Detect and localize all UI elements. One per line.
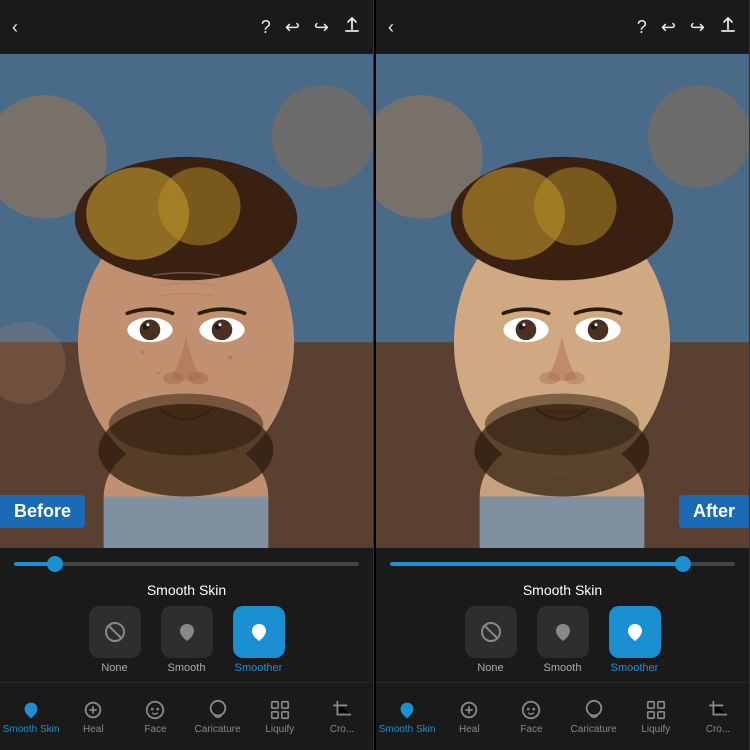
face-toolbar-label-after: Face (520, 724, 542, 735)
toolbar-heal-before[interactable]: Heal (62, 699, 124, 735)
top-bar-left-after: ‹ (388, 18, 394, 36)
top-bar-right: ? ↩ ↪ (261, 17, 361, 38)
heal-toolbar-label-after: Heal (459, 724, 480, 735)
option-smooth-after[interactable]: Smooth (537, 606, 589, 674)
toolbar-face-after[interactable]: Face (500, 699, 562, 735)
bottom-toolbar-after: Smooth Skin Heal Face Caricature Liquify… (376, 682, 749, 750)
option-none-before[interactable]: None (89, 606, 141, 674)
toolbar-crop-before[interactable]: Cro... (311, 699, 373, 735)
before-label: Before (0, 495, 85, 528)
toolbar-smooth-skin-before[interactable]: Smooth Skin (0, 699, 62, 735)
liquify-toolbar-label-after: Liquify (641, 724, 670, 735)
top-bar-right-after: ? ↩ ↪ (637, 17, 737, 38)
help-icon-after[interactable]: ? (637, 18, 647, 36)
none-label-after: None (477, 662, 503, 674)
help-icon[interactable]: ? (261, 18, 271, 36)
smoother-label-before: Smoother (235, 662, 283, 674)
slider-track-before[interactable] (14, 562, 359, 566)
toolbar-caricature-before[interactable]: Caricature (187, 699, 249, 735)
toolbar-crop-after[interactable]: Cro... (687, 699, 749, 735)
options-row-after: None Smooth Smoother (376, 606, 749, 674)
smooth-skin-title-before: Smooth Skin (0, 582, 373, 598)
top-bar-after: ‹ ? ↩ ↪ (376, 0, 749, 54)
none-icon-box-before (89, 606, 141, 658)
smooth-skin-section-after: Smooth Skin None Smooth Smoother (376, 576, 749, 682)
option-smooth-before[interactable]: Smooth (161, 606, 213, 674)
smooth-icon-box-after (537, 606, 589, 658)
toolbar-smooth-skin-after[interactable]: Smooth Skin (376, 699, 438, 735)
slider-fill-after (390, 562, 683, 566)
slider-thumb-after[interactable] (675, 556, 691, 572)
face-toolbar-label-before: Face (144, 724, 166, 735)
option-smoother-before[interactable]: Smoother (233, 606, 285, 674)
redo-icon[interactable]: ↪ (314, 18, 329, 36)
share-icon-after[interactable] (719, 17, 737, 38)
smooth-label-after: Smooth (544, 662, 582, 674)
after-photo: After (376, 54, 749, 548)
slider-thumb-before[interactable] (47, 556, 63, 572)
smooth-label-before: Smooth (168, 662, 206, 674)
smooth-skin-section-before: Smooth Skin None Smooth Smoother (0, 576, 373, 682)
option-none-after[interactable]: None (465, 606, 517, 674)
toolbar-liquify-before[interactable]: Liquify (249, 699, 311, 735)
none-label-before: None (101, 662, 127, 674)
toolbar-heal-after[interactable]: Heal (438, 699, 500, 735)
redo-icon-after[interactable]: ↪ (690, 18, 705, 36)
smoother-icon-box-after (609, 606, 661, 658)
caricature-toolbar-label-after: Caricature (571, 724, 617, 735)
smooth-icon-box-before (161, 606, 213, 658)
toolbar-face-before[interactable]: Face (124, 699, 186, 735)
liquify-toolbar-label-before: Liquify (265, 724, 294, 735)
share-icon[interactable] (343, 17, 361, 38)
heal-toolbar-label-before: Heal (83, 724, 104, 735)
toolbar-caricature-after[interactable]: Caricature (563, 699, 625, 735)
none-icon-box-after (465, 606, 517, 658)
crop-toolbar-label-after: Cro... (706, 724, 730, 735)
before-panel: ‹ ? ↩ ↪ (0, 0, 374, 750)
smoother-label-after: Smoother (611, 662, 659, 674)
option-smoother-after[interactable]: Smoother (609, 606, 661, 674)
bottom-toolbar-before: Smooth Skin Heal Face Caricature Liquify… (0, 682, 373, 750)
slider-section-before (0, 548, 373, 576)
undo-icon-after[interactable]: ↩ (661, 18, 676, 36)
back-icon[interactable]: ‹ (12, 18, 18, 36)
crop-toolbar-label-before: Cro... (330, 724, 354, 735)
back-icon-after[interactable]: ‹ (388, 18, 394, 36)
toolbar-liquify-after[interactable]: Liquify (625, 699, 687, 735)
after-label: After (679, 495, 749, 528)
before-photo: Before (0, 54, 373, 548)
slider-track-after[interactable] (390, 562, 735, 566)
top-bar-before: ‹ ? ↩ ↪ (0, 0, 373, 54)
smooth-skin-title-after: Smooth Skin (376, 582, 749, 598)
options-row-before: None Smooth Smoother (0, 606, 373, 674)
smooth-skin-toolbar-label-before: Smooth Skin (3, 724, 60, 735)
caricature-toolbar-label-before: Caricature (195, 724, 241, 735)
after-panel: ‹ ? ↩ ↪ (376, 0, 750, 750)
slider-section-after (376, 548, 749, 576)
top-bar-left: ‹ (12, 18, 18, 36)
smoother-icon-box-before (233, 606, 285, 658)
undo-icon[interactable]: ↩ (285, 18, 300, 36)
smooth-skin-toolbar-label-after: Smooth Skin (379, 724, 436, 735)
